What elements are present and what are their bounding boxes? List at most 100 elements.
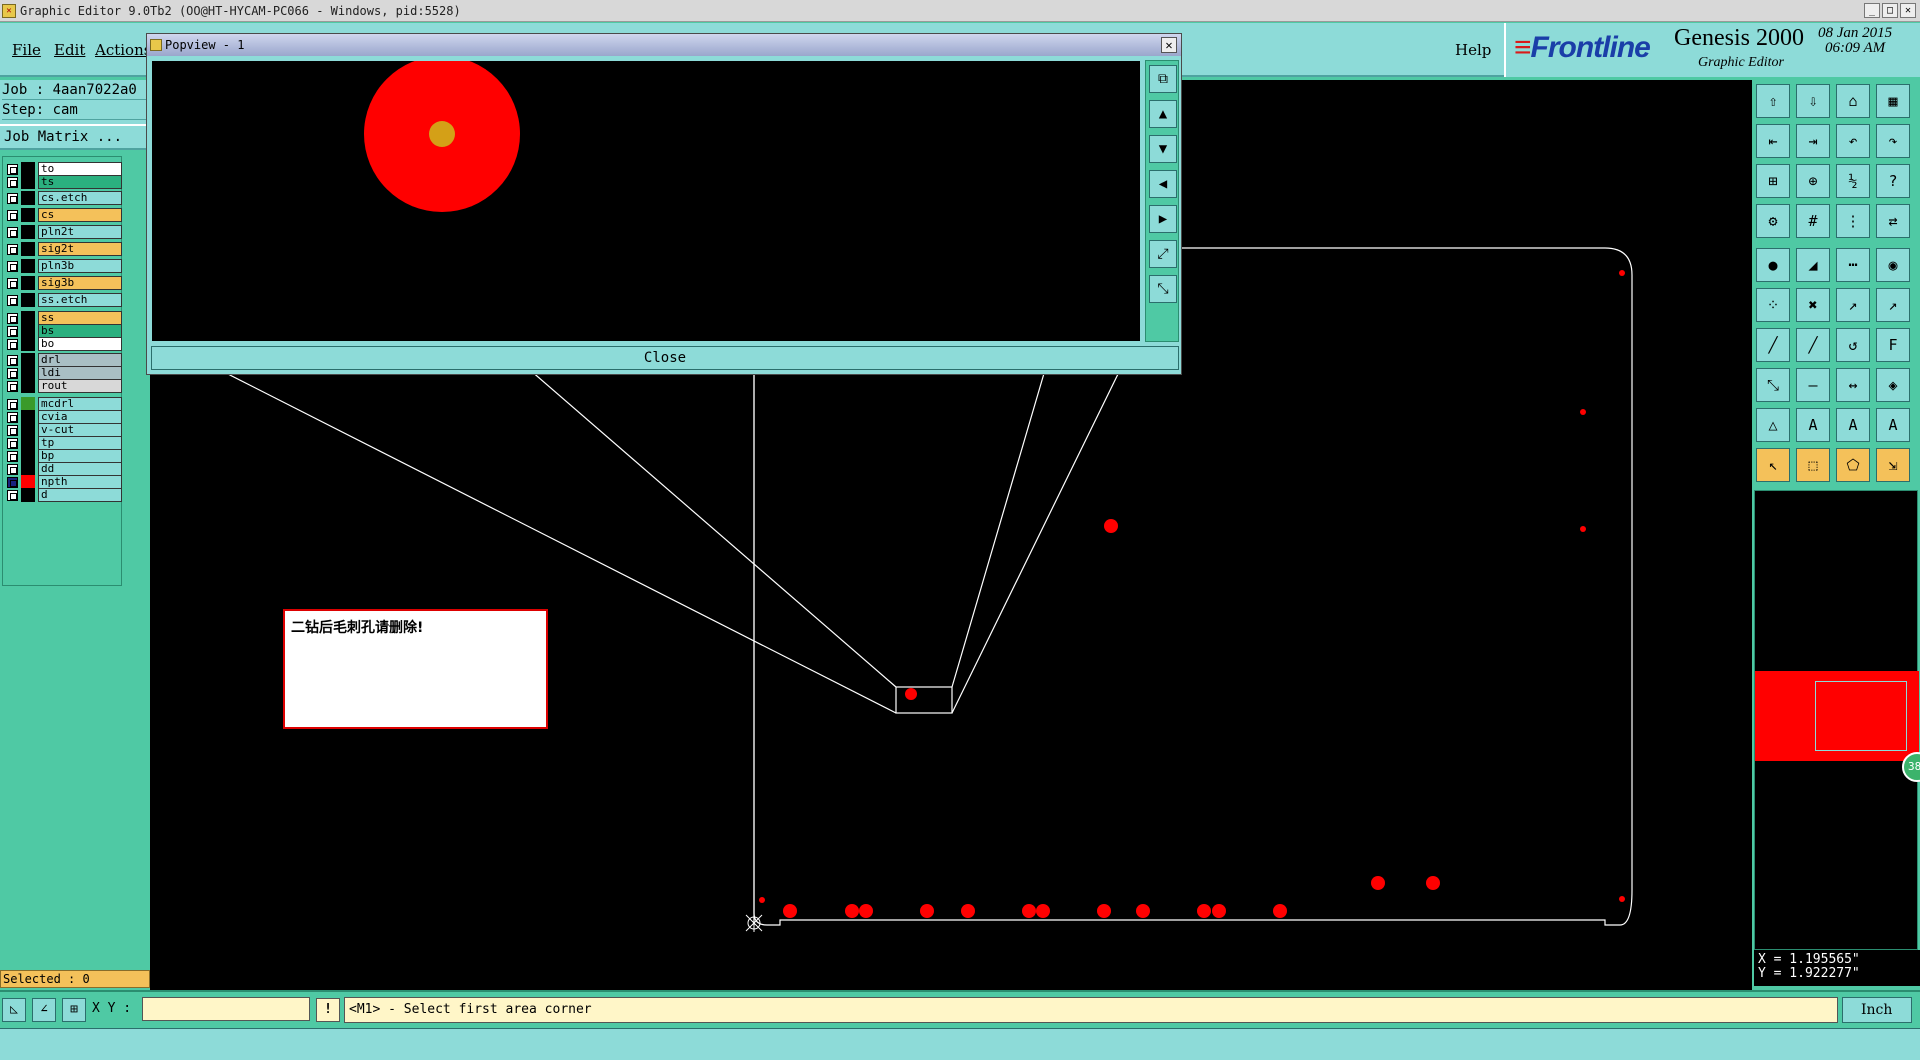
layer-row-rout[interactable]: rout — [3, 379, 123, 393]
layer-name[interactable]: ss — [38, 311, 122, 325]
layer-color-swatch[interactable] — [21, 311, 35, 325]
layer-checkbox[interactable] — [7, 464, 18, 475]
layer-checkbox[interactable] — [7, 355, 18, 366]
layer-name[interactable]: v-cut — [38, 423, 122, 437]
menu-help[interactable]: Help — [1455, 41, 1491, 59]
scale-icon[interactable]: ½ — [1836, 164, 1870, 198]
layer-color-swatch[interactable] — [21, 462, 35, 476]
pad-icon[interactable]: ● — [1756, 248, 1790, 282]
resize-icon[interactable]: ↔ — [1836, 368, 1870, 402]
layer-color-swatch[interactable] — [21, 488, 35, 502]
minimize-button[interactable]: _ — [1864, 3, 1880, 18]
triangle-icon[interactable]: △ — [1756, 408, 1790, 442]
layer-row-ss.etch[interactable]: ss.etch — [3, 293, 123, 307]
net-icon[interactable]: ⁘ — [1756, 288, 1790, 322]
layer-color-swatch[interactable] — [21, 191, 35, 205]
zoom-out-icon[interactable]: ⤡ — [1149, 275, 1177, 303]
maximize-button[interactable]: □ — [1882, 3, 1898, 18]
layer-color-swatch[interactable] — [21, 225, 35, 239]
grid-icon[interactable]: # — [1796, 204, 1830, 238]
pan-down-icon[interactable]: ▼ — [1149, 135, 1177, 163]
minus-icon[interactable]: — — [1796, 368, 1830, 402]
pan-up-icon[interactable]: ▲ — [1149, 100, 1177, 128]
delete-feature-icon[interactable]: ✖ — [1796, 288, 1830, 322]
move-right-icon[interactable]: ⇥ — [1796, 124, 1830, 158]
layer-checkbox[interactable] — [7, 313, 18, 324]
layer-row-drl[interactable]: drl — [3, 353, 123, 367]
layer-row-ts[interactable]: ts — [3, 175, 123, 189]
layer-name[interactable]: rout — [38, 379, 122, 393]
layer-row-npth[interactable]: npth — [3, 475, 123, 489]
layer-name[interactable]: ss.etch — [38, 293, 122, 307]
layer-checkbox[interactable] — [7, 278, 18, 289]
upload-icon[interactable]: ⇧ — [1756, 84, 1790, 118]
popview-titlebar[interactable]: Popview - 1 ✕ — [147, 34, 1181, 56]
layer-name[interactable]: cs.etch — [38, 191, 122, 205]
move-left-icon[interactable]: ⇤ — [1756, 124, 1790, 158]
layer-color-swatch[interactable] — [21, 449, 35, 463]
layer-checkbox[interactable] — [7, 451, 18, 462]
overview-viewport[interactable] — [1815, 681, 1907, 751]
layer-row-v-cut[interactable]: v-cut — [3, 423, 123, 437]
layer-name[interactable]: sig2t — [38, 242, 122, 256]
layer-checkbox[interactable] — [7, 193, 18, 204]
arc-icon[interactable]: ↺ — [1836, 328, 1870, 362]
job-matrix-button[interactable]: Job Matrix ... — [0, 124, 148, 150]
layer-row-cs[interactable]: cs — [3, 208, 123, 222]
layer-color-swatch[interactable] — [21, 475, 35, 489]
group-icon[interactable]: ◈ — [1876, 368, 1910, 402]
measure-icon[interactable]: ⤡ — [1756, 368, 1790, 402]
layer-checkbox[interactable] — [7, 244, 18, 255]
layer-name[interactable]: drl — [38, 353, 122, 367]
layer-row-dd[interactable]: dd — [3, 462, 123, 476]
triangle-a-icon[interactable]: A — [1796, 408, 1830, 442]
layer-checkbox[interactable] — [7, 381, 18, 392]
layer-checkbox[interactable] — [7, 164, 18, 175]
layer-row-cs.etch[interactable]: cs.etch — [3, 191, 123, 205]
redo-icon[interactable]: ↷ — [1876, 124, 1910, 158]
layer-name[interactable]: to — [38, 162, 122, 176]
layer-color-swatch[interactable] — [21, 366, 35, 380]
undo-icon[interactable]: ↶ — [1836, 124, 1870, 158]
layer-row-sig3b[interactable]: sig3b — [3, 276, 123, 290]
layer-name[interactable]: pln2t — [38, 225, 122, 239]
draw-line-icon[interactable]: ╱ — [1796, 328, 1830, 362]
layer-color-swatch[interactable] — [21, 162, 35, 176]
layer-row-ss[interactable]: ss — [3, 311, 123, 325]
layer-checkbox[interactable] — [7, 339, 18, 350]
layer-name[interactable]: cvia — [38, 410, 122, 424]
menu-file[interactable]: File — [12, 41, 41, 59]
layer-name[interactable]: sig3b — [38, 276, 122, 290]
layer-row-bs[interactable]: bs — [3, 324, 123, 338]
layer-checkbox[interactable] — [7, 368, 18, 379]
close-window-button[interactable]: ✕ — [1900, 3, 1916, 18]
layer-checkbox[interactable] — [7, 210, 18, 221]
layer-color-swatch[interactable] — [21, 436, 35, 450]
layer-row-sig2t[interactable]: sig2t — [3, 242, 123, 256]
layer-name[interactable]: mcdrl — [38, 397, 122, 411]
grid-mode-icon[interactable]: ⊞ — [62, 998, 86, 1022]
pan-left-icon[interactable]: ◀ — [1149, 170, 1177, 198]
layer-checkbox[interactable] — [7, 177, 18, 188]
layer-name[interactable]: bp — [38, 449, 122, 463]
layer-name[interactable]: ldi — [38, 366, 122, 380]
text-icon[interactable]: F — [1876, 328, 1910, 362]
units-select[interactable]: Inch — [1842, 997, 1912, 1023]
layer-checkbox[interactable] — [7, 295, 18, 306]
layer-color-swatch[interactable] — [21, 324, 35, 338]
connect-icon[interactable]: ⇄ — [1876, 204, 1910, 238]
menu-actions[interactable]: Actions — [95, 41, 151, 59]
layer-color-swatch[interactable] — [21, 293, 35, 307]
layer-row-pln2t[interactable]: pln2t — [3, 225, 123, 239]
popview-close-x-button[interactable]: ✕ — [1161, 37, 1177, 53]
zoom-center-icon[interactable]: ⊕ — [1796, 164, 1830, 198]
layer-row-d[interactable]: d — [3, 488, 123, 502]
layer-checkbox[interactable] — [7, 438, 18, 449]
line-icon[interactable]: ╱ — [1756, 328, 1790, 362]
copy-pad-icon[interactable]: ↗ — [1876, 288, 1910, 322]
select-arrow-icon[interactable]: ↖ — [1756, 448, 1790, 482]
alert-icon[interactable]: ! — [316, 998, 340, 1022]
layer-checkbox[interactable] — [7, 227, 18, 238]
layer-row-tp[interactable]: tp — [3, 436, 123, 450]
layer-name[interactable]: dd — [38, 462, 122, 476]
